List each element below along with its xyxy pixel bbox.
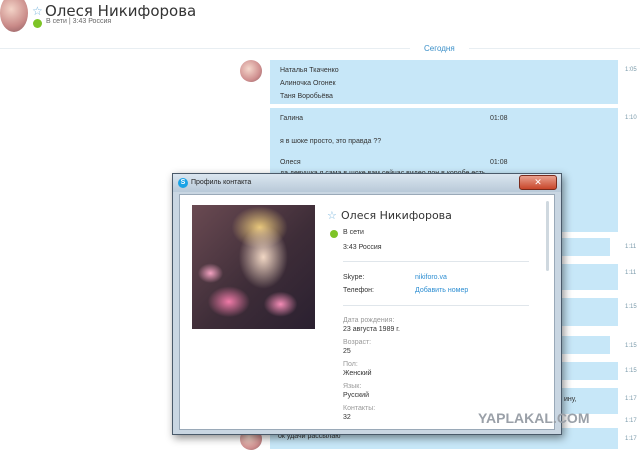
inner-time: 01:08 bbox=[490, 115, 508, 122]
message-time: 1:05 bbox=[625, 67, 637, 73]
message-line: я в шоке просто, это правда ?? bbox=[280, 138, 382, 145]
phone-label: Телефон: bbox=[343, 287, 374, 294]
message-line: Таня Воробьёва bbox=[280, 93, 333, 100]
scrollbar[interactable] bbox=[546, 201, 549, 271]
message-time: 1:17 bbox=[625, 436, 637, 442]
inner-time: 01:08 bbox=[490, 159, 508, 166]
divider bbox=[343, 261, 529, 262]
profile-panel: ☆ Олеся Никифорова В сети 3:43 Россия Sk… bbox=[179, 194, 555, 430]
profile-local-time: 3:43 Россия bbox=[343, 244, 382, 251]
skype-name-link[interactable]: nikiforo.va bbox=[415, 274, 447, 281]
profile-photo bbox=[192, 205, 315, 329]
message-time: 1:11 bbox=[625, 270, 637, 276]
contact-avatar[interactable] bbox=[0, 0, 28, 32]
message-line: Олеся bbox=[280, 159, 301, 166]
age-label: Возраст: bbox=[343, 339, 372, 346]
profile-status: В сети bbox=[343, 229, 364, 236]
message-bubble[interactable] bbox=[560, 238, 610, 256]
online-status-icon bbox=[330, 230, 338, 238]
message-time: 1:15 bbox=[625, 343, 637, 349]
gender-value: Женский bbox=[343, 370, 372, 377]
dialog-titlebar[interactable]: S Профиль контакта ✕ bbox=[173, 174, 561, 192]
message-time: 1:15 bbox=[625, 304, 637, 310]
contacts-value: 32 bbox=[343, 414, 351, 421]
age-value: 25 bbox=[343, 348, 351, 355]
close-button[interactable]: ✕ bbox=[519, 175, 557, 190]
skype-label: Skype: bbox=[343, 274, 365, 281]
message-time: 1:10 bbox=[625, 115, 637, 121]
message-bubble[interactable] bbox=[560, 264, 618, 290]
message-bubble[interactable] bbox=[560, 336, 610, 354]
message-time: 1:15 bbox=[625, 368, 637, 374]
contacts-label: Контакты: bbox=[343, 405, 376, 412]
contact-profile-dialog: S Профиль контакта ✕ ☆ Олеся Никифорова … bbox=[172, 173, 562, 435]
local-time: 3:43 Россия bbox=[72, 18, 112, 25]
message-line: ину, bbox=[564, 396, 577, 403]
day-divider-line bbox=[0, 48, 640, 49]
birthdate-label: Дата рождения: bbox=[343, 317, 395, 324]
sender-avatar[interactable] bbox=[240, 60, 262, 82]
watermark: YAPLAKAL.COM bbox=[478, 410, 590, 426]
status-text: В сети bbox=[46, 18, 67, 25]
language-label: Язык: bbox=[343, 383, 362, 390]
divider bbox=[343, 305, 529, 306]
dialog-title: Профиль контакта bbox=[191, 179, 252, 186]
conversation-header: ☆ Олеся Никифорова В сети | 3:43 Россия bbox=[0, 0, 640, 36]
language-value: Русский bbox=[343, 392, 369, 399]
message-time: 1:17 bbox=[625, 418, 637, 424]
status-separator: | bbox=[68, 18, 71, 25]
gender-label: Пол: bbox=[343, 361, 358, 368]
skype-icon: S bbox=[178, 178, 188, 188]
message-bubble[interactable] bbox=[560, 362, 618, 380]
profile-name: Олеся Никифорова bbox=[341, 209, 452, 222]
favorite-star-icon[interactable]: ☆ bbox=[327, 209, 337, 222]
birthdate-value: 23 августа 1989 г. bbox=[343, 326, 400, 333]
contact-status-line: В сети | 3:43 Россия bbox=[46, 18, 111, 25]
message-bubble[interactable]: Наталья Ткаченко Алиночка Огонек Таня Во… bbox=[270, 60, 618, 104]
message-line: Наталья Ткаченко bbox=[280, 67, 339, 74]
message-time: 1:11 bbox=[625, 244, 637, 250]
add-phone-link[interactable]: Добавить номер bbox=[415, 287, 468, 294]
message-bubble[interactable] bbox=[560, 298, 618, 326]
message-line: Галина bbox=[280, 115, 304, 122]
online-status-icon bbox=[33, 19, 42, 28]
message-line: Алиночка Огонек bbox=[280, 80, 336, 87]
favorite-star-icon[interactable]: ☆ bbox=[32, 4, 43, 18]
day-label: Сегодня bbox=[410, 44, 469, 53]
message-time: 1:17 bbox=[625, 396, 637, 402]
